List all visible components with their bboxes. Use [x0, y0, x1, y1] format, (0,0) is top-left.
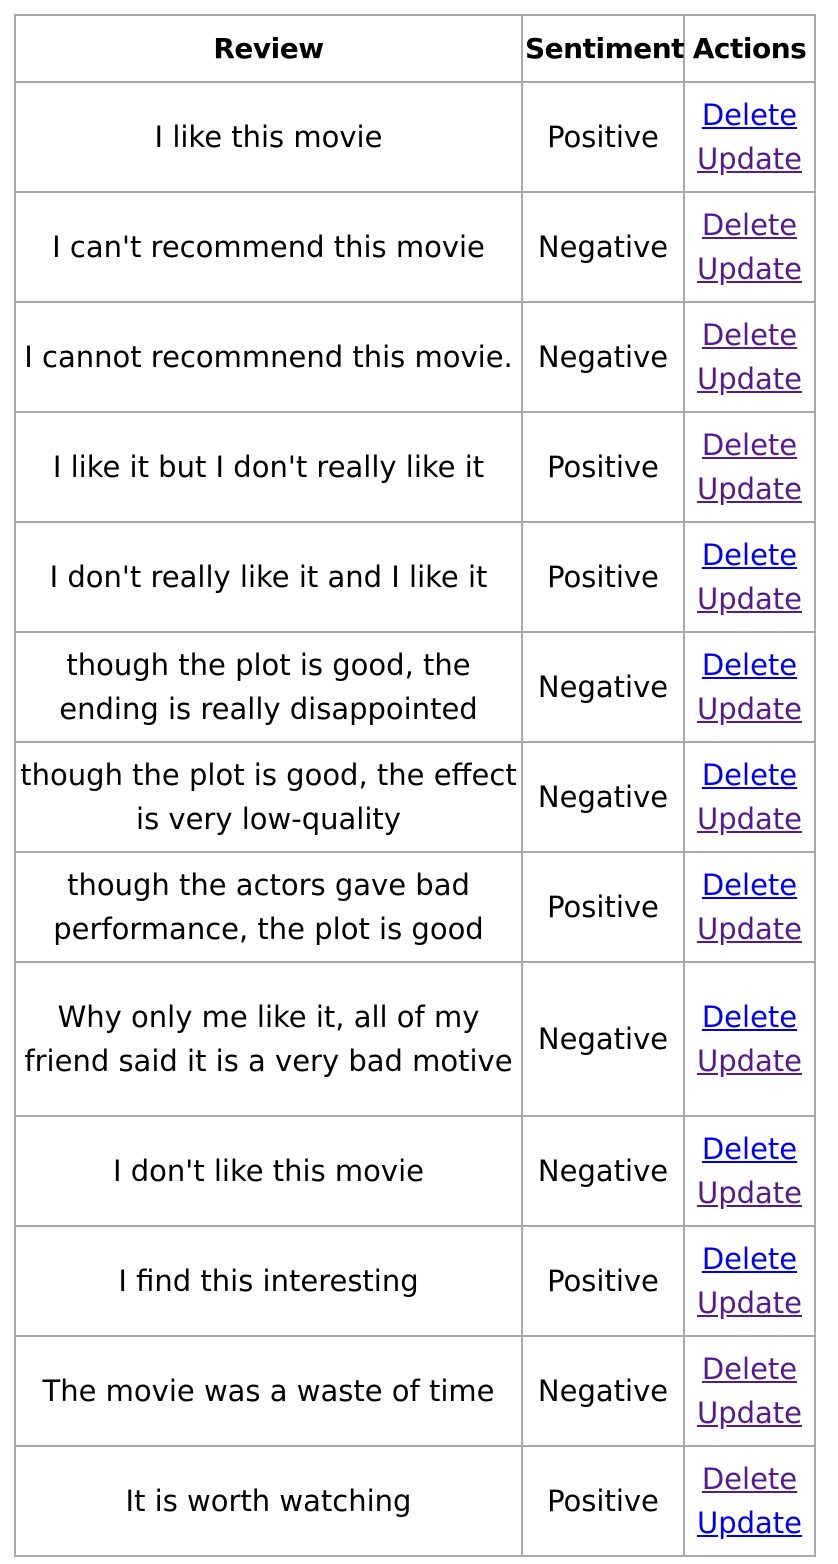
table-row: I don't like this movie Negative Delete …	[14, 1115, 816, 1227]
actions-cell: Delete Update	[683, 301, 816, 413]
update-link[interactable]: Update	[689, 907, 810, 951]
sentiment-cell: Negative	[521, 961, 685, 1117]
update-link[interactable]: Update	[689, 687, 810, 731]
sentiment-column-header: Sentiment	[521, 14, 685, 83]
table-row: I like it but I don't really like it Pos…	[14, 411, 816, 523]
table-row: I can't recommend this movie Negative De…	[14, 191, 816, 303]
sentiment-cell: Negative	[521, 1115, 685, 1227]
table-row: though the plot is good, the ending is r…	[14, 631, 816, 743]
sentiment-cell: Positive	[521, 851, 685, 963]
table-row: Why only me like it, all of my friend sa…	[14, 961, 816, 1117]
actions-cell: Delete Update	[683, 1115, 816, 1227]
actions-cell: Delete Update	[683, 191, 816, 303]
update-link[interactable]: Update	[689, 1281, 810, 1325]
review-column-header: Review	[14, 14, 523, 83]
update-link[interactable]: Update	[689, 1391, 810, 1435]
update-link[interactable]: Update	[689, 357, 810, 401]
update-link[interactable]: Update	[689, 797, 810, 841]
sentiment-cell: Negative	[521, 631, 685, 743]
update-link[interactable]: Update	[689, 1039, 810, 1083]
review-cell: I can't recommend this movie	[14, 191, 523, 303]
delete-link[interactable]: Delete	[689, 1237, 810, 1281]
actions-cell: Delete Update	[683, 961, 816, 1117]
actions-cell: Delete Update	[683, 1225, 816, 1337]
actions-cell: Delete Update	[683, 81, 816, 193]
actions-cell: Delete Update	[683, 741, 816, 853]
actions-cell: Delete Update	[683, 411, 816, 523]
delete-link[interactable]: Delete	[689, 863, 810, 907]
delete-link[interactable]: Delete	[689, 93, 810, 137]
sentiment-cell: Negative	[521, 1335, 685, 1447]
review-cell: Why only me like it, all of my friend sa…	[14, 961, 523, 1117]
table-row: The movie was a waste of time Negative D…	[14, 1335, 816, 1447]
table-row: though the actors gave bad performance, …	[14, 851, 816, 963]
actions-cell: Delete Update	[683, 851, 816, 963]
actions-cell: Delete Update	[683, 1335, 816, 1447]
review-cell: I like it but I don't really like it	[14, 411, 523, 523]
actions-cell: Delete Update	[683, 1445, 816, 1557]
delete-link[interactable]: Delete	[689, 203, 810, 247]
sentiment-cell: Negative	[521, 301, 685, 413]
review-cell: I don't like this movie	[14, 1115, 523, 1227]
sentiment-cell: Positive	[521, 411, 685, 523]
table-row: I find this interesting Positive Delete …	[14, 1225, 816, 1337]
review-cell: It is worth watching	[14, 1445, 523, 1557]
sentiment-cell: Positive	[521, 1225, 685, 1337]
sentiment-cell: Negative	[521, 741, 685, 853]
update-link[interactable]: Update	[689, 247, 810, 291]
table-row: It is worth watching Positive Delete Upd…	[14, 1445, 816, 1557]
update-link[interactable]: Update	[689, 1171, 810, 1215]
update-link[interactable]: Update	[689, 577, 810, 621]
review-cell: though the actors gave bad performance, …	[14, 851, 523, 963]
table-header-row: Review Sentiment Actions	[14, 14, 816, 83]
sentiment-cell: Positive	[521, 521, 685, 633]
review-cell: I don't really like it and I like it	[14, 521, 523, 633]
delete-link[interactable]: Delete	[689, 995, 810, 1039]
delete-link[interactable]: Delete	[689, 1347, 810, 1391]
update-link[interactable]: Update	[689, 467, 810, 511]
reviews-table: Review Sentiment Actions I like this mov…	[14, 14, 816, 1557]
table-row: I like this movie Positive Delete Update	[14, 81, 816, 193]
delete-link[interactable]: Delete	[689, 1457, 810, 1501]
review-cell: though the plot is good, the ending is r…	[14, 631, 523, 743]
delete-link[interactable]: Delete	[689, 1127, 810, 1171]
actions-cell: Delete Update	[683, 631, 816, 743]
delete-link[interactable]: Delete	[689, 423, 810, 467]
update-link[interactable]: Update	[689, 1501, 810, 1545]
review-cell: I like this movie	[14, 81, 523, 193]
update-link[interactable]: Update	[689, 137, 810, 181]
table-row: I don't really like it and I like it Pos…	[14, 521, 816, 633]
delete-link[interactable]: Delete	[689, 753, 810, 797]
review-cell: The movie was a waste of time	[14, 1335, 523, 1447]
delete-link[interactable]: Delete	[689, 643, 810, 687]
review-cell: I find this interesting	[14, 1225, 523, 1337]
review-cell: though the plot is good, the effect is v…	[14, 741, 523, 853]
review-cell: I cannot recommnend this movie.	[14, 301, 523, 413]
sentiment-cell: Negative	[521, 191, 685, 303]
actions-cell: Delete Update	[683, 521, 816, 633]
sentiment-cell: Positive	[521, 1445, 685, 1557]
delete-link[interactable]: Delete	[689, 533, 810, 577]
table-row: I cannot recommnend this movie. Negative…	[14, 301, 816, 413]
table-row: though the plot is good, the effect is v…	[14, 741, 816, 853]
sentiment-cell: Positive	[521, 81, 685, 193]
delete-link[interactable]: Delete	[689, 313, 810, 357]
actions-column-header: Actions	[683, 14, 816, 83]
